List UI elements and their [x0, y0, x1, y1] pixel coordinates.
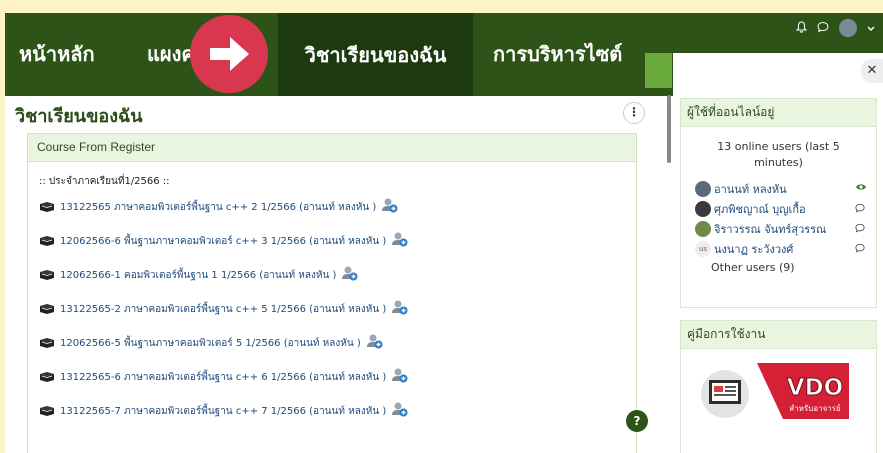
enrol-users-icon[interactable]	[391, 231, 408, 247]
nav-dashboard[interactable]: แผงค	[147, 29, 195, 81]
course-list-item: 13122565-7 ภาษาคอมพิวเตอร์พื้นฐาน c++ 7 …	[39, 401, 408, 438]
course-link[interactable]: 13122565-6 ภาษาคอมพิวเตอร์พื้นฐาน c++ 6 …	[60, 370, 386, 385]
course-block-heading: Course From Register	[28, 134, 636, 162]
online-user-name: จิราวรรณ จันทร์สุวรรณ	[714, 223, 827, 236]
course-list-item: 12062566-5 พื้นฐานภาษาคอมพิวเตอร์ 5 1/25…	[39, 333, 408, 370]
user-photo	[695, 221, 711, 237]
bell-icon[interactable]	[795, 20, 808, 36]
user-manual-block: คู่มือการใช้งาน VDO สำหรับอาจารย์	[680, 320, 877, 453]
chat-icon[interactable]	[817, 21, 829, 36]
online-user-name: อานนท์ หลงหัน	[714, 183, 787, 196]
book-icon	[40, 270, 54, 280]
book-icon	[40, 304, 54, 314]
book-icon	[40, 372, 54, 382]
online-user-row[interactable]: ศุภพิชญาณ์ บุญเกื้อ	[695, 199, 876, 219]
chevron-down-icon[interactable]	[867, 22, 875, 35]
vdo-subtext: สำหรับอาจารย์	[789, 403, 840, 413]
drawer-header	[673, 53, 883, 97]
vdo-text: VDO	[787, 375, 843, 401]
enrol-users-icon[interactable]	[391, 367, 408, 383]
nav-home[interactable]: หน้าหลัก	[19, 29, 95, 81]
course-link[interactable]: 13122565-2 ภาษาคอมพิวเตอร์พื้นฐาน c++ 5 …	[60, 302, 386, 317]
enrol-users-icon[interactable]	[341, 265, 358, 281]
message-icon[interactable]	[855, 243, 865, 256]
course-list-item: 13122565 ภาษาคอมพิวเตอร์พื้นฐาน c++ 2 1/…	[39, 197, 408, 234]
online-users-heading: ผู้ใช้ที่ออนไลน์อยู่	[681, 99, 876, 127]
eye-icon[interactable]	[855, 183, 867, 194]
book-icon	[40, 202, 54, 212]
message-icon[interactable]	[855, 203, 865, 216]
online-users-summary: 13 online users (last 5 minutes)	[717, 140, 840, 169]
user-menu-area	[795, 19, 875, 37]
scrollbar[interactable]	[667, 95, 671, 163]
course-from-register-block: Course From Register :: ประจำภาคเรียนที่…	[27, 133, 637, 453]
online-user-name: ศุภพิชญาณ์ บุญเกื้อ	[714, 203, 806, 216]
course-list-item: 13122565-2 ภาษาคอมพิวเตอร์พื้นฐาน c++ 5 …	[39, 299, 408, 336]
user-photo	[695, 201, 711, 217]
page-title: วิชาเรียนของฉัน	[15, 106, 143, 126]
course-link[interactable]: 12062566-6 พื้นฐานภาษาคอมพิวเตอร์ c++ 3 …	[60, 234, 386, 249]
user-initials-avatar: us	[695, 241, 711, 257]
course-link[interactable]: 12062566-1 คอมพิวเตอร์พื้นฐาน 1 1/2566 (…	[60, 268, 336, 283]
vdo-banner-link[interactable]: VDO สำหรับอาจารย์	[699, 363, 859, 429]
course-link[interactable]: 13122565 ภาษาคอมพิวเตอร์พื้นฐาน c++ 2 1/…	[60, 200, 376, 215]
online-user-list: อานนท์ หลงหัน ศุภพิชญาณ์ บุญเกื้อ จิราวร…	[681, 179, 876, 259]
nav-site-admin[interactable]: การบริหารไซต์	[493, 29, 622, 81]
browser-page: หน้าหลัก แผงค วิชาเรียนของฉัน การบริหารไ…	[5, 13, 883, 453]
enrol-users-icon[interactable]	[366, 333, 383, 349]
course-list-item: 12062566-1 คอมพิวเตอร์พื้นฐาน 1 1/2566 (…	[39, 265, 408, 302]
enrol-users-icon[interactable]	[381, 197, 398, 213]
nav-my-courses[interactable]: วิชาเรียนของฉัน	[278, 13, 473, 96]
book-icon	[40, 406, 54, 416]
online-user-row[interactable]: จิราวรรณ จันทร์สุวรรณ	[695, 219, 876, 239]
online-users-block: ผู้ใช้ที่ออนไลน์อยู่ 13 online users (la…	[680, 98, 877, 308]
course-list-item: 13122565-6 ภาษาคอมพิวเตอร์พื้นฐาน c++ 6 …	[39, 367, 408, 404]
other-users-count: Other users (9)	[711, 261, 795, 274]
page-actions-menu-icon[interactable]: ⋮	[623, 102, 645, 124]
course-list-item: 12062566-6 พื้นฐานภาษาคอมพิวเตอร์ c++ 3 …	[39, 231, 408, 268]
message-icon[interactable]	[855, 223, 865, 236]
online-user-row[interactable]: us นงนาฏ ระวังวงศ์	[695, 239, 876, 259]
course-list: 13122565 ภาษาคอมพิวเตอร์พื้นฐาน c++ 2 1/…	[39, 197, 408, 438]
book-icon	[40, 236, 54, 246]
book-icon	[40, 338, 54, 348]
user-manual-heading: คู่มือการใช้งาน	[681, 321, 876, 349]
course-link[interactable]: 13122565-7 ภาษาคอมพิวเตอร์พื้นฐาน c++ 7 …	[60, 404, 386, 419]
arrow-right-icon	[190, 15, 268, 93]
close-drawer-button[interactable]: ✕	[861, 59, 883, 83]
drawer-toggle-strip	[645, 53, 672, 88]
enrol-users-icon[interactable]	[391, 401, 408, 417]
term-label: :: ประจำภาคเรียนที่1/2566 ::	[39, 176, 170, 187]
online-user-name: นงนาฏ ระวังวงศ์	[714, 243, 794, 256]
course-link[interactable]: 12062566-5 พื้นฐานภาษาคอมพิวเตอร์ 5 1/25…	[60, 336, 361, 351]
enrol-users-icon[interactable]	[391, 299, 408, 315]
online-user-row[interactable]: อานนท์ หลงหัน	[695, 179, 876, 199]
user-avatar[interactable]	[839, 19, 857, 37]
user-photo	[695, 181, 711, 197]
help-button[interactable]: ?	[626, 410, 648, 432]
